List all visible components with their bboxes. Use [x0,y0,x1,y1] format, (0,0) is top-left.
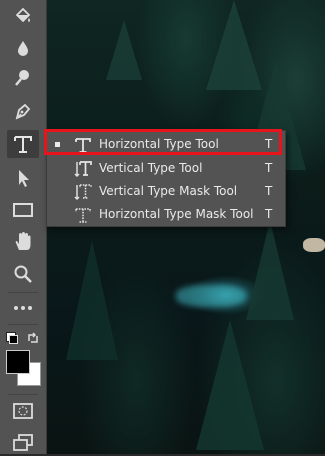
drop-icon [13,38,33,58]
dodge-tool[interactable] [7,64,39,92]
menu-item-label: Vertical Type Tool [99,161,203,175]
arrow-icon [13,168,33,188]
type-tool-flyout-menu: Horizontal Type Tool T Vertical Type Too… [46,130,286,227]
default-colors-icon-black [9,335,18,344]
menu-item-horizontal-type-tool[interactable]: Horizontal Type Tool T [47,133,285,156]
water-reflection [176,285,246,307]
menu-item-shortcut: T [265,161,273,175]
hand-tool[interactable] [7,228,39,256]
tree-shape [196,320,264,450]
type-tool[interactable] [7,130,39,158]
paint-bucket-tool[interactable] [7,2,39,30]
tree-shape [66,240,118,360]
default-colors-button[interactable] [6,332,18,344]
paint-bucket-icon [13,6,33,26]
magnifier-icon [13,264,33,284]
menu-item-vertical-type-mask-tool[interactable]: Vertical Type Mask Tool T [47,180,285,203]
vertical-type-icon [73,159,93,179]
rectangle-tool[interactable] [7,196,39,224]
ellipsis-icon [12,303,34,313]
pen-tool[interactable] [7,97,39,125]
menu-item-shortcut: T [265,137,273,151]
menu-item-label: Horizontal Type Mask Tool [99,207,254,221]
swap-arrows-icon [26,330,40,349]
type-icon [12,133,34,155]
screen-mode[interactable] [7,428,39,456]
menu-item-label: Horizontal Type Tool [99,137,219,151]
menu-item-shortcut: T [265,207,273,221]
pen-icon [13,101,33,121]
rectangle-icon [12,200,34,220]
tools-panel [0,0,47,454]
quick-mask-icon [12,402,34,420]
type-icon [73,135,93,155]
swap-colors-button[interactable] [26,330,40,344]
blur-tool[interactable] [7,34,39,62]
path-selection-tool[interactable] [7,164,39,192]
zoom-tool[interactable] [7,260,39,288]
tree-shape [106,20,142,80]
horizontal-type-mask-icon [73,205,93,225]
separator [8,324,38,325]
menu-item-shortcut: T [265,184,273,198]
separator [8,394,38,395]
screen-mode-icon [12,433,34,451]
more-tools[interactable] [7,294,39,322]
rock [303,238,325,252]
menu-item-vertical-type-tool[interactable]: Vertical Type Tool T [47,157,285,180]
quick-mask[interactable] [7,397,39,425]
tree-shape [246,220,294,320]
dodge-icon [13,68,33,88]
foreground-color-swatch[interactable] [6,350,30,374]
separator [8,292,38,293]
document-canvas[interactable] [46,0,325,454]
selected-bullet-icon [55,142,60,147]
hand-icon [13,231,33,253]
menu-item-label: Vertical Type Mask Tool [99,184,238,198]
vertical-type-mask-icon [73,182,93,202]
menu-item-horizontal-type-mask-tool[interactable]: Horizontal Type Mask Tool T [47,203,285,226]
